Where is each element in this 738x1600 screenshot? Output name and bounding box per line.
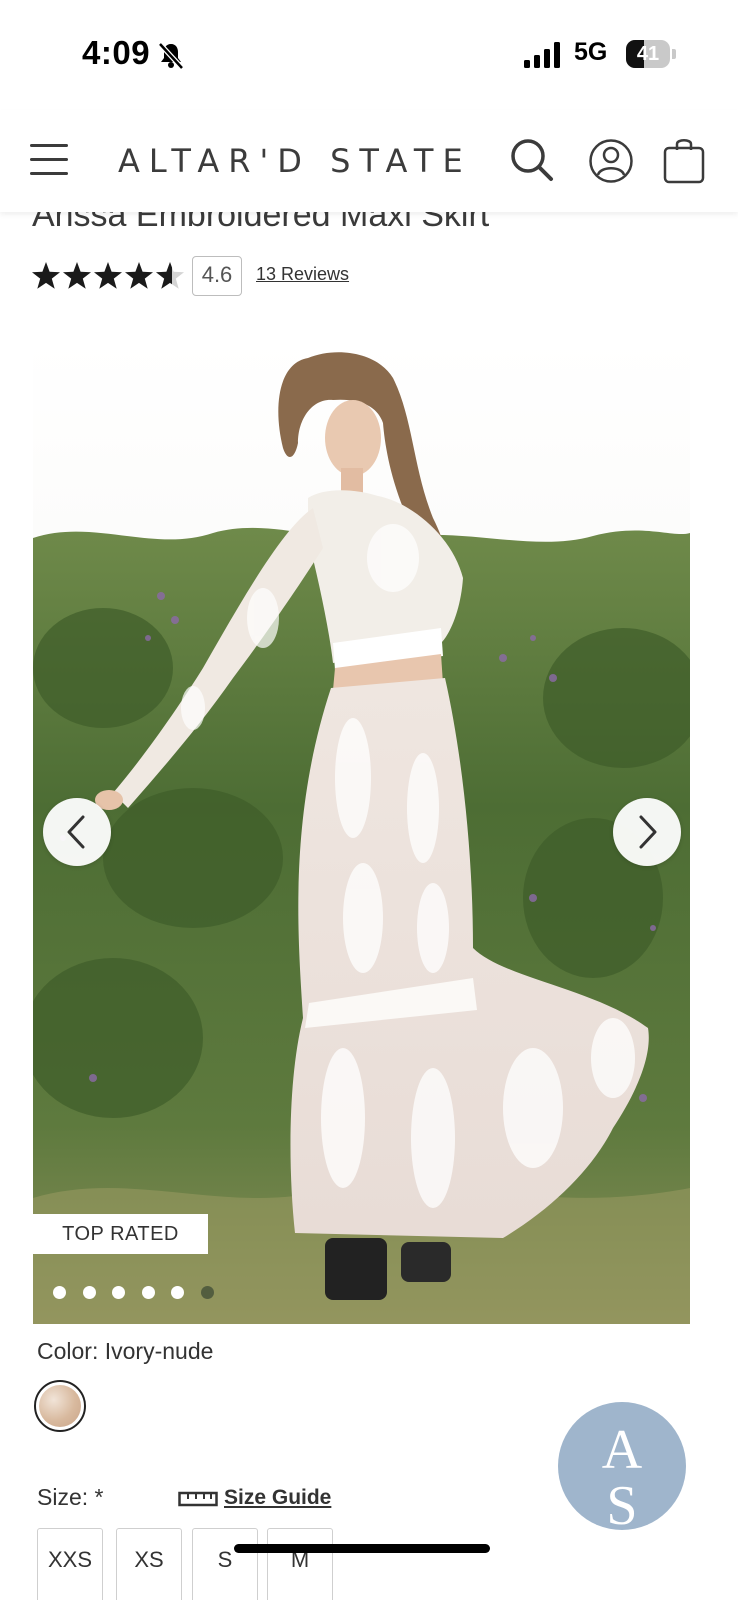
size-option-xxs[interactable]: XXS	[37, 1528, 103, 1600]
brand-logo[interactable]: ALTAR'D STATE	[118, 142, 472, 180]
top-rated-badge: TOP RATED	[33, 1214, 208, 1254]
product-photo	[33, 338, 690, 1324]
home-indicator	[234, 1544, 490, 1553]
carousel-dot[interactable]	[82, 1286, 96, 1299]
carousel-prev-button[interactable]	[43, 798, 111, 866]
size-option-s[interactable]: S	[192, 1528, 258, 1600]
search-icon[interactable]	[510, 138, 554, 182]
rating-value: 4.6	[192, 256, 242, 296]
carousel-next-button[interactable]	[613, 798, 681, 866]
carousel-dot[interactable]	[200, 1286, 214, 1299]
carousel-dot[interactable]	[53, 1286, 66, 1299]
carousel-dot[interactable]	[112, 1286, 125, 1299]
brand-chat-badge[interactable]: A S	[558, 1402, 686, 1530]
brand-monogram-icon: A S	[602, 1419, 643, 1530]
status-bar: 4:09 5G 41	[0, 0, 738, 110]
chevron-right-icon	[639, 815, 657, 849]
color-swatch-ivory-nude[interactable]	[34, 1380, 86, 1432]
product-gallery[interactable]: TOP RATED	[33, 338, 690, 1324]
rating-row: 4.6 13 Reviews	[32, 256, 712, 296]
account-icon[interactable]	[588, 138, 634, 184]
size-guide-link[interactable]: Size Guide	[224, 1486, 331, 1510]
carousel-dot[interactable]	[141, 1286, 155, 1299]
site-header: ALTAR'D STATE	[0, 110, 738, 212]
size-option-xs[interactable]: XS	[116, 1528, 182, 1600]
reviews-link[interactable]: 13 Reviews	[256, 264, 349, 285]
menu-icon[interactable]	[30, 144, 68, 176]
network-label: 5G	[574, 38, 608, 66]
battery-icon: 41	[626, 40, 676, 68]
svg-text:A: A	[602, 1419, 643, 1481]
carousel-dots[interactable]	[53, 1286, 253, 1300]
ruler-icon	[178, 1491, 218, 1507]
chevron-left-icon	[67, 815, 85, 849]
bell-slash-icon	[158, 42, 184, 70]
battery-level: 41	[636, 43, 660, 65]
color-label: Color: Ivory-nude	[37, 1338, 214, 1364]
shopping-bag-icon[interactable]	[662, 135, 706, 185]
status-time: 4:09	[82, 34, 151, 71]
carousel-dot[interactable]	[171, 1286, 184, 1299]
signal-icon	[524, 42, 560, 68]
rating-stars-icon	[32, 262, 184, 289]
size-label: Size: *	[37, 1484, 104, 1510]
size-option-m[interactable]: M	[267, 1528, 333, 1600]
svg-text:S: S	[606, 1475, 637, 1530]
